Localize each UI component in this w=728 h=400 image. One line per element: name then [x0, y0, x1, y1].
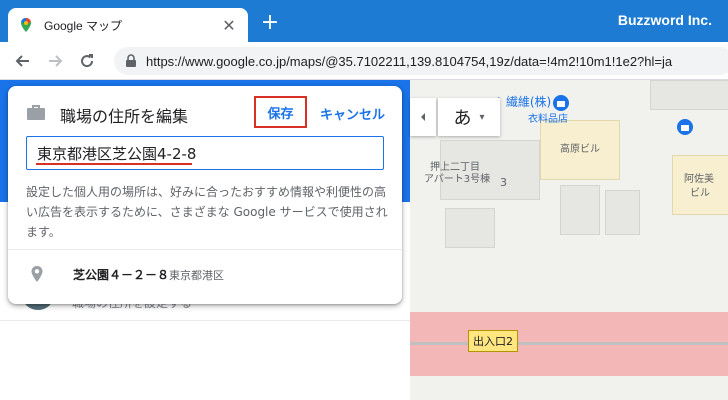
map-label-building: 高原ビル	[560, 144, 600, 155]
address-suggestion[interactable]: 芝公園４－２－８ 東京都港区	[8, 252, 402, 296]
tab-google-maps[interactable]: Google マップ ✕	[8, 8, 248, 42]
input-highlight-underline	[36, 163, 192, 165]
url-text: https://www.google.co.jp/maps/@35.710221…	[146, 53, 673, 69]
edit-work-address-dialog: 職場の住所を編集 保存 キャンセル 東京都港区芝公園4-2-8 設定した個人用の…	[8, 86, 402, 304]
map-building	[445, 208, 495, 248]
close-tab-icon[interactable]: ✕	[220, 16, 238, 35]
forward-button[interactable]	[44, 50, 66, 72]
reload-icon	[81, 54, 94, 68]
input-language-button[interactable]: あ ▾	[438, 98, 500, 136]
map-building	[650, 80, 728, 110]
hiragana-glyph: あ	[453, 108, 472, 129]
suggestion-main-text: 芝公園４－２－８	[73, 268, 170, 282]
google-maps-icon	[21, 18, 31, 32]
dialog-divider	[8, 249, 402, 250]
location-pin-icon	[31, 266, 43, 282]
new-tab-button[interactable]: +	[260, 11, 280, 35]
briefcase-icon	[27, 105, 45, 120]
map-label-building: 阿佐美	[684, 174, 714, 185]
privacy-description: 設定した個人用の場所は、好みに合ったおすすめ情報や利便性の高い広告を表示するため…	[26, 185, 388, 239]
map-label-shop-category: 衣料品店	[528, 114, 568, 125]
address-bar[interactable]: https://www.google.co.jp/maps/@35.710221…	[114, 47, 728, 75]
chevron-left-icon	[421, 113, 425, 121]
map-building	[605, 190, 640, 235]
chevron-down-icon: ▾	[479, 111, 485, 123]
map-label-block: 3	[500, 176, 507, 189]
panel-divider	[0, 320, 410, 321]
browser-toolbar: https://www.google.co.jp/maps/@35.710221…	[0, 42, 728, 80]
rail-line	[410, 342, 728, 345]
map-building	[560, 185, 600, 235]
shopping-pin-icon[interactable]	[552, 94, 570, 112]
lock-icon	[126, 54, 136, 67]
map-label-building: ビル	[690, 188, 710, 199]
shopping-pin-icon[interactable]	[676, 118, 694, 136]
tab-title: Google マップ	[44, 18, 123, 33]
save-button[interactable]: 保存	[254, 96, 307, 128]
cancel-button[interactable]: キャンセル	[320, 104, 385, 123]
dialog-title: 職場の住所を編集	[60, 107, 189, 126]
brand-label: Buzzword Inc.	[617, 12, 712, 28]
collapse-panel-button[interactable]	[410, 98, 436, 136]
back-arrow-icon	[15, 55, 29, 67]
map-label-apartment: アパート3号棟	[424, 174, 491, 185]
suggestion-sub-text: 東京都港区	[169, 269, 224, 282]
tab-strip: Google マップ ✕ + Buzzword Inc.	[0, 0, 728, 42]
forward-arrow-icon	[49, 55, 63, 67]
reload-button[interactable]	[76, 50, 98, 72]
station-exit-label[interactable]: 出入口2	[468, 330, 518, 352]
back-button[interactable]	[12, 50, 34, 72]
